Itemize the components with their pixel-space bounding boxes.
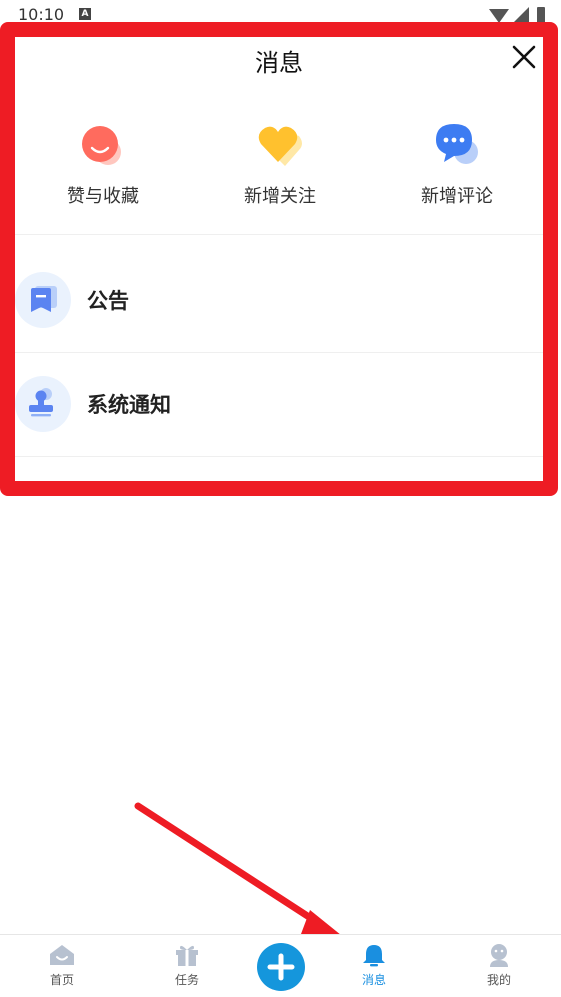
new-comments-button[interactable]: 新增评论 [382, 122, 532, 234]
tab-home[interactable]: 首页 [22, 935, 102, 997]
tab-messages-label: 消息 [361, 973, 386, 987]
heart-icon [258, 126, 302, 166]
announcement-icon [31, 286, 57, 312]
likes-favorites-button[interactable]: 赞与收藏 [28, 122, 178, 234]
home-icon [50, 945, 74, 965]
status-bar: 10:10 A [0, 0, 561, 30]
bottom-nav: 首页 任务 消息 我的 [0, 934, 561, 997]
screen: 10:10 A 消息 赞与收藏 新增关注 新增评论 公告 系统通知 首页 任务 … [0, 0, 561, 997]
divider [15, 456, 543, 457]
gift-icon [176, 945, 198, 966]
tab-messages[interactable]: 消息 [334, 935, 414, 997]
new-comments-label: 新增评论 [421, 186, 493, 207]
list-item-announcement[interactable]: 公告 [15, 249, 543, 353]
tab-profile[interactable]: 我的 [459, 935, 539, 997]
bell-icon [363, 945, 385, 967]
new-followers-button[interactable]: 新增关注 [205, 122, 355, 234]
notification-badge: A [79, 8, 91, 20]
stamp-icon-wrap [15, 376, 71, 432]
signal-battery-icon [489, 7, 545, 23]
tab-tasks[interactable]: 任务 [147, 935, 227, 997]
list-item-system-notice[interactable]: 系统通知 [15, 353, 543, 457]
divider [15, 234, 543, 235]
announcement-label: 公告 [87, 289, 129, 313]
close-button[interactable] [509, 42, 539, 72]
chat-bubble-icon [436, 124, 478, 164]
tab-home-label: 首页 [49, 973, 74, 987]
panel-title: 消息 [255, 49, 303, 77]
announcement-icon-wrap [15, 272, 71, 328]
system-notice-label: 系统通知 [87, 393, 171, 417]
add-button[interactable] [257, 943, 305, 991]
stamp-icon [29, 388, 53, 417]
quick-actions: 赞与收藏 新增关注 新增评论 [15, 122, 543, 234]
smile-face-icon [82, 126, 121, 165]
tab-profile-label: 我的 [486, 973, 511, 987]
message-panel: 消息 赞与收藏 新增关注 新增评论 公告 系统通知 [15, 37, 543, 481]
profile-icon [490, 944, 508, 967]
status-time: 10:10 [18, 5, 65, 24]
likes-favorites-label: 赞与收藏 [67, 186, 139, 207]
plus-icon [267, 953, 295, 981]
new-followers-label: 新增关注 [244, 186, 316, 207]
tab-tasks-label: 任务 [174, 973, 199, 987]
close-icon [512, 45, 536, 69]
